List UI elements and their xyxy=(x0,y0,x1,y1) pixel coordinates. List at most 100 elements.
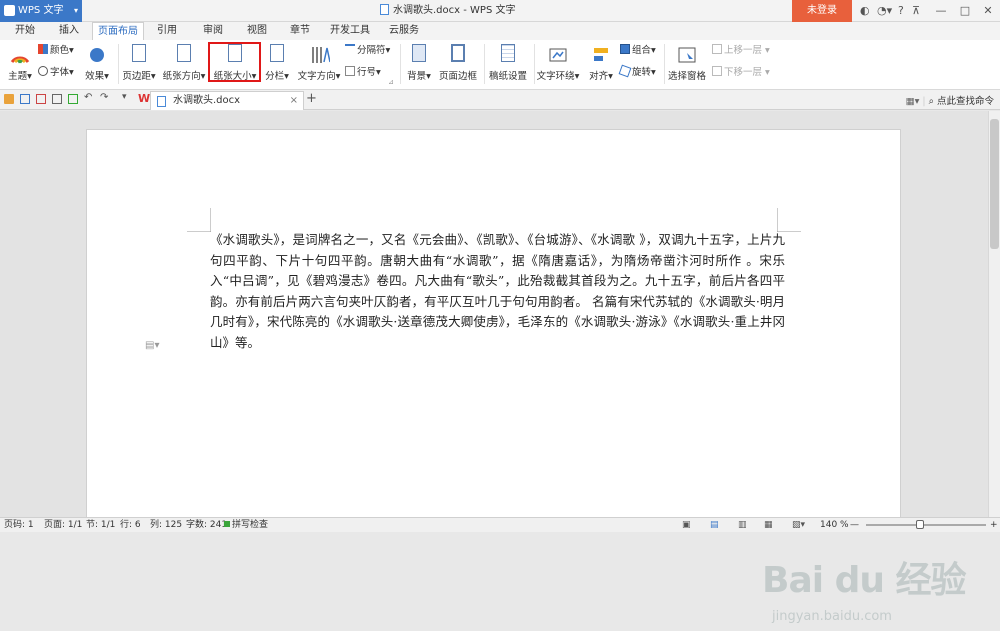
page-border-icon xyxy=(447,44,469,66)
tab-view[interactable]: 视图 xyxy=(240,22,274,40)
columns-label: 分栏 xyxy=(265,71,285,82)
window-title: 水调歌头.docx - WPS 文字 xyxy=(380,0,515,22)
bring-forward-button[interactable]: 上移一层 ▾ xyxy=(712,44,770,58)
cloud-icon[interactable]: ◔▾ xyxy=(877,4,892,17)
document-icon xyxy=(380,4,389,15)
background-icon xyxy=(408,44,430,66)
tab-insert[interactable]: 插入 xyxy=(52,22,86,40)
wps-logo-icon xyxy=(4,5,15,16)
status-word-count[interactable]: 字数: 241 xyxy=(186,518,227,532)
zoom-level[interactable]: 140 % xyxy=(820,518,849,532)
close-button[interactable]: ✕ xyxy=(977,0,999,22)
highlight-box xyxy=(208,42,261,82)
new-tab-button[interactable]: + xyxy=(306,91,317,106)
line-number-icon xyxy=(345,66,355,76)
zoom-in-button[interactable]: + xyxy=(990,518,998,532)
line-number-button[interactable]: 行号▾ xyxy=(345,66,381,80)
help-icon[interactable]: ? xyxy=(898,4,904,17)
open-icon[interactable] xyxy=(4,94,14,104)
pin-icon[interactable]: ⊼ xyxy=(912,4,920,17)
tab-review[interactable]: 审阅 xyxy=(196,22,230,40)
effect-button[interactable]: 效果▾ xyxy=(82,42,112,82)
minimize-button[interactable]: — xyxy=(930,0,952,22)
color-button[interactable]: 颜色▾ xyxy=(38,44,74,58)
group-label: 组合 xyxy=(632,45,652,56)
spell-check-button[interactable]: 拼写检查 xyxy=(224,518,268,532)
send-backward-icon xyxy=(712,66,722,76)
paragraph-menu-icon[interactable]: ▤▾ xyxy=(145,340,159,351)
columns-icon xyxy=(266,44,288,66)
tab-home[interactable]: 开始 xyxy=(8,22,42,40)
page-view-icon[interactable]: ▤ xyxy=(710,518,719,532)
effect-label: 效果 xyxy=(85,71,105,82)
fullscreen-icon[interactable]: ▣ xyxy=(682,518,691,532)
tab-page-layout[interactable]: 页面布局 xyxy=(92,22,144,40)
align-label: 对齐 xyxy=(589,71,609,82)
selection-pane-label: 选择窗格 xyxy=(667,71,706,82)
tab-developer[interactable]: 开发工具 xyxy=(328,22,372,40)
background-button[interactable]: 背景▾ xyxy=(402,42,436,82)
document-page[interactable]: 《水调歌头》，是词牌名之一，又名《元会曲》、《凯歌》、《台城游》、《水调歌 》，… xyxy=(86,129,901,529)
font-icon xyxy=(38,66,48,76)
wps-home-icon[interactable]: W xyxy=(138,92,150,105)
skin-icon[interactable]: ◐ xyxy=(860,4,870,17)
bring-forward-label: 上移一层 xyxy=(724,45,763,56)
reading-view-icon[interactable]: ▧▾ xyxy=(792,518,805,532)
layout-icon[interactable]: ▦▾ xyxy=(906,96,920,107)
redo-icon[interactable]: ↷ xyxy=(100,92,110,103)
close-tab-icon[interactable]: × xyxy=(290,92,298,110)
background-label: 背景 xyxy=(407,71,427,82)
group-button[interactable]: 组合▾ xyxy=(620,44,656,58)
spell-check-icon xyxy=(224,521,230,527)
theme-icon xyxy=(9,44,31,66)
zoom-out-button[interactable]: — xyxy=(850,518,859,532)
maximize-button[interactable]: □ xyxy=(954,0,976,22)
save-icon[interactable] xyxy=(20,94,30,104)
document-icon xyxy=(157,96,166,107)
separator-icon xyxy=(345,44,355,54)
document-tab[interactable]: 水调歌头.docx × xyxy=(150,91,304,110)
text-wrap-icon xyxy=(547,44,569,66)
command-search[interactable]: ▦▾ | ⌕ 点此查找命令 xyxy=(906,93,994,107)
scrollbar-thumb[interactable] xyxy=(990,119,999,249)
line-number-label: 行号 xyxy=(357,67,377,78)
margins-button[interactable]: 页边距▾ xyxy=(120,42,158,82)
zoom-slider[interactable] xyxy=(866,520,986,529)
undo-icon[interactable]: ↶ xyxy=(84,92,94,103)
print-preview-icon[interactable] xyxy=(68,94,78,104)
status-row: 行: 6 xyxy=(120,520,141,530)
outline-view-icon[interactable]: ▥ xyxy=(738,518,747,532)
rotate-label: 旋转 xyxy=(632,67,652,78)
font-button[interactable]: 字体▾ xyxy=(38,66,74,80)
quick-access-dropdown-icon[interactable]: ▾ xyxy=(122,92,132,102)
orientation-button[interactable]: 纸张方向▾ xyxy=(160,42,208,82)
text-direction-icon xyxy=(308,44,331,66)
text-wrap-button[interactable]: 文字环绕▾ xyxy=(536,42,580,82)
align-button[interactable]: 对齐▾ xyxy=(585,42,617,82)
effect-icon xyxy=(86,44,108,66)
rotate-button[interactable]: 旋转▾ xyxy=(618,64,656,80)
export-pdf-icon[interactable] xyxy=(36,94,46,104)
tab-references[interactable]: 引用 xyxy=(150,22,184,40)
separator-button[interactable]: 分隔符▾ xyxy=(345,44,390,58)
document-body-text[interactable]: 《水调歌头》，是词牌名之一，又名《元会曲》、《凯歌》、《台城游》、《水调歌 》，… xyxy=(210,230,785,353)
login-button[interactable]: 未登录 xyxy=(792,0,852,22)
theme-button[interactable]: 主题▾ xyxy=(4,42,36,82)
manuscript-button[interactable]: 稿纸设置 xyxy=(486,42,530,82)
web-view-icon[interactable]: ▦ xyxy=(764,518,773,532)
app-menu-button[interactable]: WPS 文字 ▾ xyxy=(0,0,82,22)
zoom-slider-knob[interactable] xyxy=(916,520,924,529)
tab-cloud[interactable]: 云服务 xyxy=(382,22,426,40)
page-border-button[interactable]: 页面边框 xyxy=(438,42,478,82)
vertical-scrollbar[interactable] xyxy=(988,111,1000,517)
print-icon[interactable] xyxy=(52,94,62,104)
send-backward-button[interactable]: 下移一层 ▾ xyxy=(712,66,770,80)
dialog-launcher-icon[interactable]: ⊿ xyxy=(388,78,394,86)
tab-chapter[interactable]: 章节 xyxy=(283,22,317,40)
text-direction-button[interactable]: 文字方向▾ xyxy=(296,42,342,82)
document-tab-bar: ↶ ↷ ▾ W 水调歌头.docx × + ▦▾ | ⌕ 点此查找命令 xyxy=(0,90,1000,110)
columns-button[interactable]: 分栏▾ xyxy=(262,42,292,82)
status-bar: 页码: 1 页面: 1/1 节: 1/1 行: 6 列: 125 字数: 241… xyxy=(0,517,1000,532)
color-label: 颜色 xyxy=(50,45,70,56)
selection-pane-button[interactable]: 选择窗格 xyxy=(666,42,708,82)
